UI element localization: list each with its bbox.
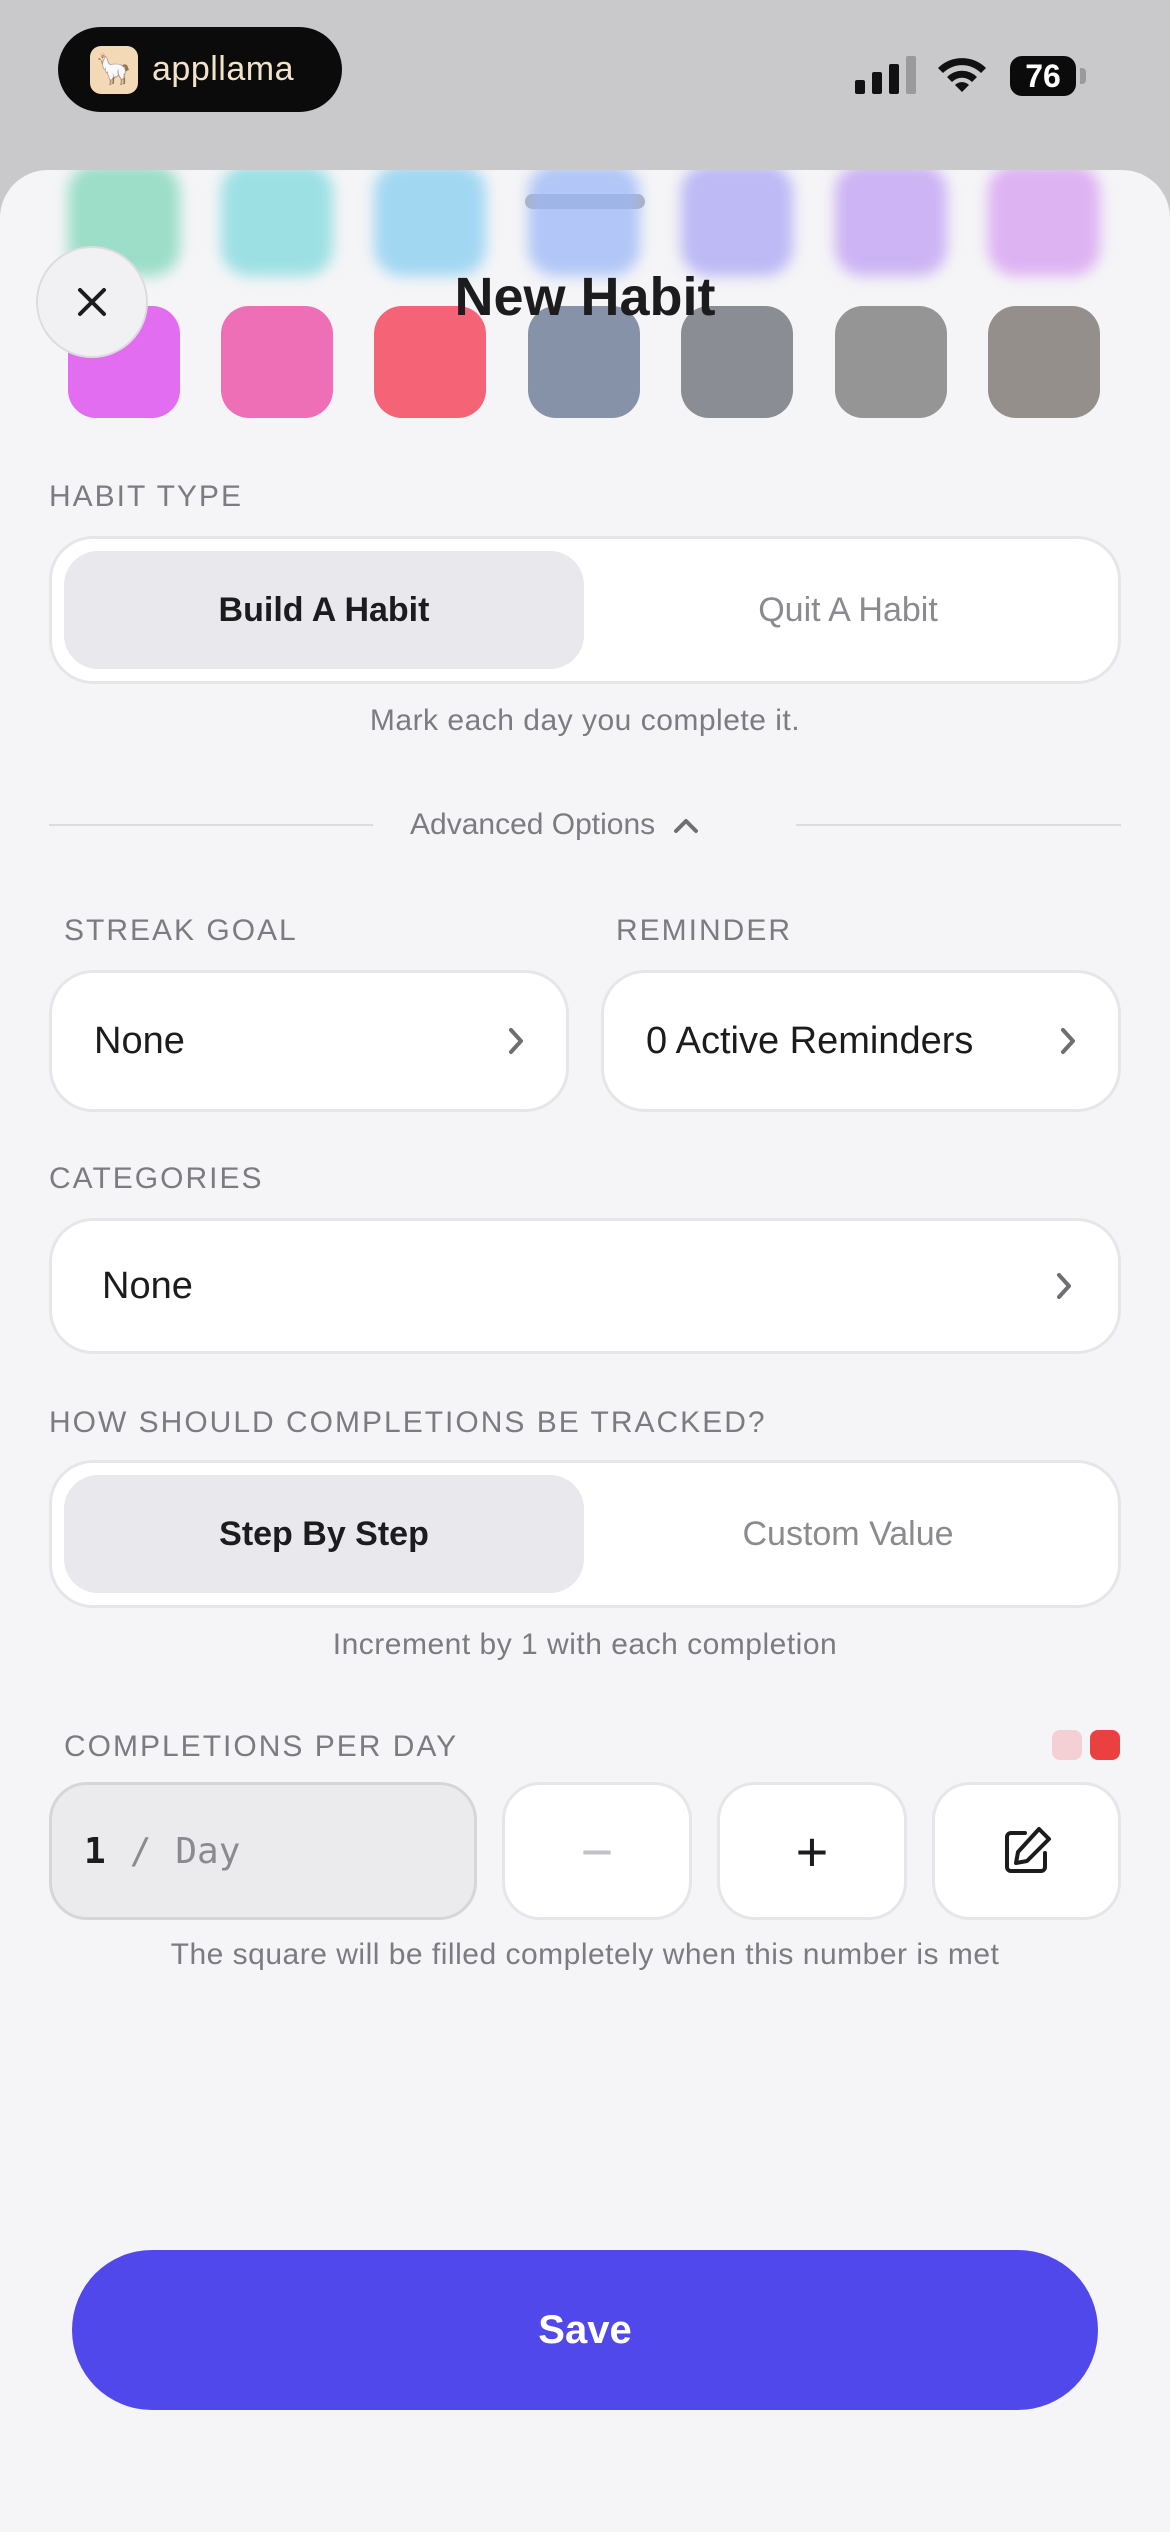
chevron-right-icon	[1057, 1273, 1071, 1299]
battery-icon: 76	[1010, 56, 1076, 96]
page-title: New Habit	[454, 267, 716, 327]
completions-per-day-label: COMPLETIONS PER DAY	[64, 1730, 459, 1763]
completion-color-preview	[1052, 1730, 1120, 1760]
build-habit-option[interactable]: Build A Habit	[64, 551, 584, 669]
advanced-options-label: Advanced Options	[410, 808, 656, 841]
battery-level: 76	[1025, 57, 1061, 94]
color-swatch[interactable]	[374, 170, 486, 276]
minus-icon: −	[580, 1819, 614, 1883]
save-button[interactable]: Save	[72, 2250, 1098, 2410]
divider	[796, 824, 1121, 826]
chevron-up-icon	[674, 819, 699, 833]
streak-goal-field[interactable]: None	[49, 970, 569, 1112]
categories-field[interactable]: None	[49, 1218, 1121, 1354]
decrement-button[interactable]: −	[502, 1782, 692, 1920]
completions-hint: The square will be filled completely whe…	[170, 1938, 1000, 1971]
completions-separator: /	[129, 1830, 152, 1872]
step-by-step-option[interactable]: Step By Step	[64, 1475, 584, 1593]
completions-value: 1	[84, 1830, 106, 1872]
habit-type-label: HABIT TYPE	[49, 480, 243, 513]
streak-goal-label: STREAK GOAL	[64, 914, 298, 947]
edit-icon	[1004, 1827, 1051, 1873]
wifi-icon	[938, 58, 986, 92]
color-swatch[interactable]	[988, 170, 1100, 276]
color-swatch[interactable]	[528, 170, 640, 276]
app-indicator-pill[interactable]: 🦙 appllama	[58, 27, 342, 112]
app-name: appllama	[152, 50, 294, 88]
tracking-label: HOW SHOULD COMPLETIONS BE TRACKED?	[49, 1406, 767, 1439]
reminder-value: 0 Active Reminders	[646, 1019, 974, 1062]
habit-type-segmented-control: Build A Habit Quit A Habit	[49, 536, 1121, 684]
advanced-options-toggle[interactable]: Advanced Options	[410, 802, 699, 848]
reminder-field[interactable]: 0 Active Reminders	[601, 970, 1121, 1112]
new-habit-sheet: New Habit HABIT TYPE Build A Habit Quit …	[0, 170, 1170, 2532]
llama-logo-icon: 🦙	[90, 45, 138, 94]
completions-per-day-input[interactable]: 1 / Day	[49, 1782, 477, 1920]
completion-full-square	[1090, 1730, 1120, 1760]
categories-value: None	[102, 1264, 193, 1307]
battery-tip	[1080, 68, 1086, 84]
reminder-label: REMINDER	[616, 914, 793, 947]
edit-button[interactable]	[932, 1782, 1121, 1920]
streak-goal-value: None	[94, 1019, 185, 1062]
completion-partial-square	[1052, 1730, 1082, 1760]
chevron-right-icon	[509, 1028, 523, 1054]
completions-unit: Day	[175, 1830, 241, 1872]
increment-button[interactable]: +	[717, 1782, 907, 1920]
divider	[49, 824, 373, 826]
custom-value-option[interactable]: Custom Value	[588, 1475, 1108, 1593]
status-bar: 🦙 appllama 76	[0, 0, 1170, 170]
color-swatch[interactable]	[835, 170, 947, 276]
color-swatch[interactable]	[221, 170, 333, 276]
chevron-right-icon	[1061, 1028, 1075, 1054]
habit-type-hint: Mark each day you complete it.	[369, 704, 801, 737]
quit-habit-option[interactable]: Quit A Habit	[588, 551, 1108, 669]
plus-icon: +	[795, 1819, 829, 1883]
tracking-segmented-control: Step By Step Custom Value	[49, 1460, 1121, 1608]
categories-label: CATEGORIES	[49, 1162, 264, 1195]
signal-icon	[855, 56, 916, 94]
tracking-hint: Increment by 1 with each completion	[332, 1628, 838, 1661]
color-swatch[interactable]	[681, 170, 793, 276]
